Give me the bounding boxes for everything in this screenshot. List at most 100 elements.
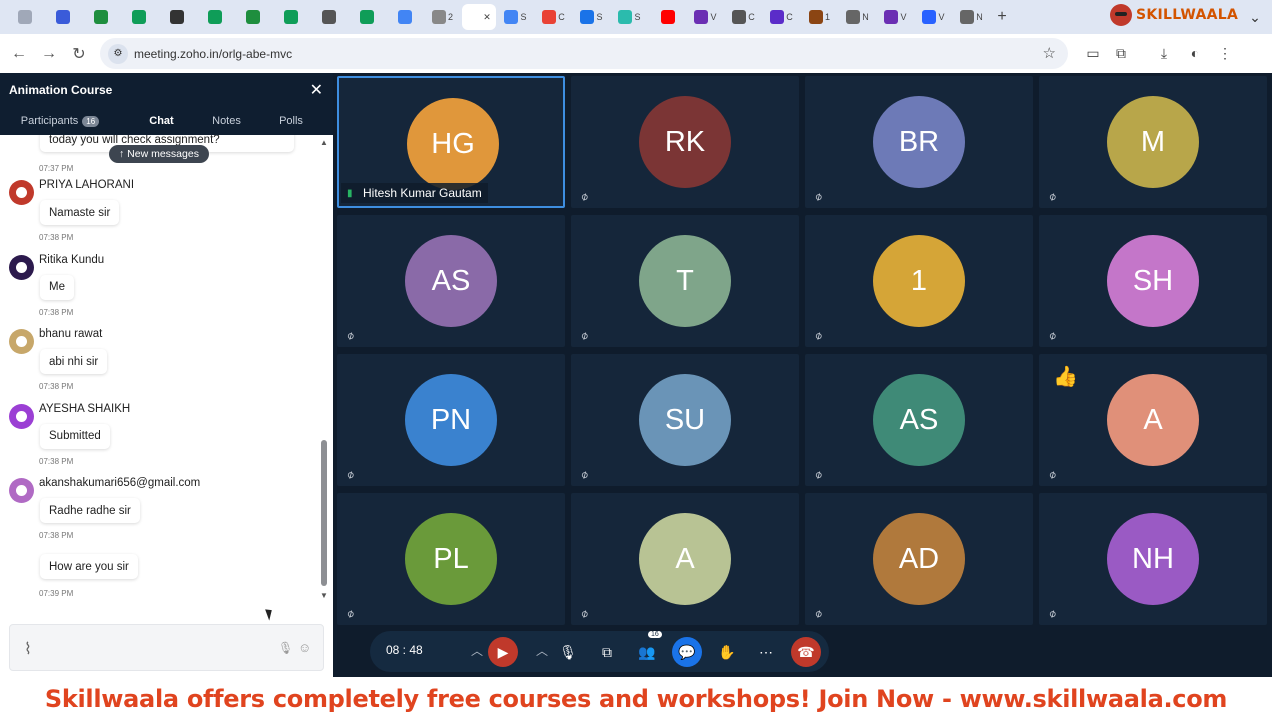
browser-tab[interactable]: C [535,4,572,30]
close-tab-icon[interactable]: ✕ [483,12,491,23]
tab-notes[interactable]: Notes [203,111,250,131]
participant-tile[interactable]: SU ⌀ [571,354,799,486]
tab-polls[interactable]: Polls [250,111,332,131]
participant-tile[interactable]: SH ⌀ [1039,215,1267,347]
profile-avatar[interactable]: ◐ [1181,39,1209,67]
browser-tab[interactable]: C [725,4,762,30]
brand-name: SKILLWAALA [1136,7,1239,23]
tab-favicon-icon [808,10,823,24]
chat-compose[interactable]: ⌇ 🎙 ☺ [9,624,324,671]
participant-avatar: HG [407,98,499,190]
browser-tab[interactable]: 2 [424,4,461,30]
back-button[interactable]: ← [4,39,34,69]
browser-tab[interactable] [196,4,233,30]
browser-tab[interactable] [158,4,195,30]
participant-tile[interactable]: PN ⌀ [337,354,565,486]
browser-tab[interactable]: ✕ [462,4,496,30]
bookmark-star-icon[interactable]: ☆ [1043,44,1056,62]
browser-tab[interactable]: S [573,4,610,30]
mic-toggle-button[interactable]: 🎙 [553,637,583,667]
browser-tab[interactable] [234,4,271,30]
participant-tile[interactable]: NH ⌀ [1039,493,1267,625]
mic-icon[interactable]: 🎙 [278,641,293,655]
browser-tab[interactable] [6,4,43,30]
close-icon[interactable]: ✕ [310,80,323,100]
browser-tab[interactable]: N [839,4,876,30]
chat-message-text: today you will check assignment? [49,135,220,146]
browser-tab[interactable]: 1 [801,4,838,30]
chat-input[interactable] [50,635,270,661]
participant-tile[interactable]: 1 ⌀ [805,215,1033,347]
browser-tab[interactable] [272,4,309,30]
screen-share-button[interactable]: ⧉ [592,637,622,667]
leave-call-button[interactable]: ☎ [791,637,821,667]
new-messages-pill[interactable]: ↑ New messages [109,145,209,163]
chat-message-text: How are you sir [49,560,129,573]
chat-button[interactable]: 💬 [672,637,702,667]
browser-tab-label: C [748,12,755,22]
participant-tile[interactable]: BR ⌀ [805,76,1033,208]
participant-avatar: AS [405,235,497,327]
browser-tab[interactable] [386,4,423,30]
camera-options-chevron-icon[interactable]: ︿ [471,642,483,659]
browser-tab[interactable]: N [953,4,990,30]
tab-favicon-icon [397,10,412,24]
browser-tab[interactable]: S [497,4,534,30]
browser-tab[interactable]: V [877,4,914,30]
participant-tile[interactable]: AS ⌀ [337,215,565,347]
site-info-icon[interactable]: ⚙ [108,43,128,64]
participant-tile[interactable]: PL ⌀ [337,493,565,625]
camera-toggle-button[interactable]: ▶ [488,637,518,667]
new-tab-button[interactable]: + [991,6,1013,28]
mic-options-chevron-icon[interactable]: ︿ [536,642,548,659]
participant-avatar: M [1107,96,1199,188]
browser-tab[interactable]: S [611,4,648,30]
participant-tile[interactable]: RK ⌀ [571,76,799,208]
chat-messages[interactable]: today you will check assignment? 07:37 P… [0,135,333,615]
forward-button[interactable]: → [34,39,64,69]
tab-participants[interactable]: Participants 16 [0,111,120,131]
paperclip-icon[interactable]: ⌇ [24,639,32,659]
participant-tile[interactable]: T ⌀ [571,215,799,347]
tab-favicon-icon [93,10,108,24]
scroll-down-arrow[interactable]: ▼ [320,591,328,600]
emoji-icon[interactable]: ☺ [298,640,311,655]
scroll-up-arrow[interactable]: ▲ [320,138,328,147]
participant-tile[interactable]: AD ⌀ [805,493,1033,625]
cast-icon[interactable]: ▭ [1079,39,1107,67]
browser-tab[interactable] [310,4,347,30]
participant-avatar: 1 [873,235,965,327]
participant-tile[interactable]: M ⌀ [1039,76,1267,208]
extensions-icon[interactable]: ⧉ [1107,39,1135,67]
reload-button[interactable]: ↻ [64,39,94,69]
raise-hand-button[interactable]: ✋ [712,637,742,667]
address-bar[interactable]: ⚙ meeting.zoho.in/orlg-abe-mvc ☆ [100,38,1068,69]
meeting-title: Animation Course [9,83,113,97]
browser-tab[interactable] [44,4,81,30]
browser-tab[interactable] [649,4,686,30]
chevron-down-icon[interactable]: ⌄ [1238,0,1272,34]
url-text[interactable]: meeting.zoho.in/orlg-abe-mvc [134,47,292,61]
browser-tab[interactable]: V [915,4,952,30]
browser-tab[interactable]: V [687,4,724,30]
skillwaala-logo: SKILLWAALA [1110,4,1238,26]
download-icon[interactable]: ⤓ [1150,39,1178,67]
browser-tab[interactable] [120,4,157,30]
chat-scrollbar[interactable] [321,440,327,586]
tab-chat[interactable]: Chat [120,111,203,131]
browser-tab[interactable]: C [763,4,800,30]
participant-tile[interactable]: A ⌀ [571,493,799,625]
more-options-button[interactable]: ⋯ [751,637,781,667]
browser-tab[interactable] [82,4,119,30]
participant-tile[interactable]: AS ⌀ [805,354,1033,486]
browser-tab-label: 1 [824,12,830,22]
participants-button[interactable]: 👥 [632,637,662,667]
browser-tab[interactable] [348,4,385,30]
promo-banner[interactable]: Skillwaala offers completely free course… [0,677,1272,720]
menu-icon[interactable]: ⋮ [1211,39,1239,67]
tab-favicon-icon [770,10,785,24]
video-grid: HG ▮ Hitesh Kumar Gautam RK ⌀ BR ⌀ M ⌀ AS ⌀ T ⌀ 1 ⌀ SH ⌀… [333,73,1272,677]
participant-tile[interactable]: HG ▮ Hitesh Kumar Gautam [337,76,565,208]
participant-avatar: SH [1107,235,1199,327]
chat-message-bubble: Submitted [40,423,110,449]
